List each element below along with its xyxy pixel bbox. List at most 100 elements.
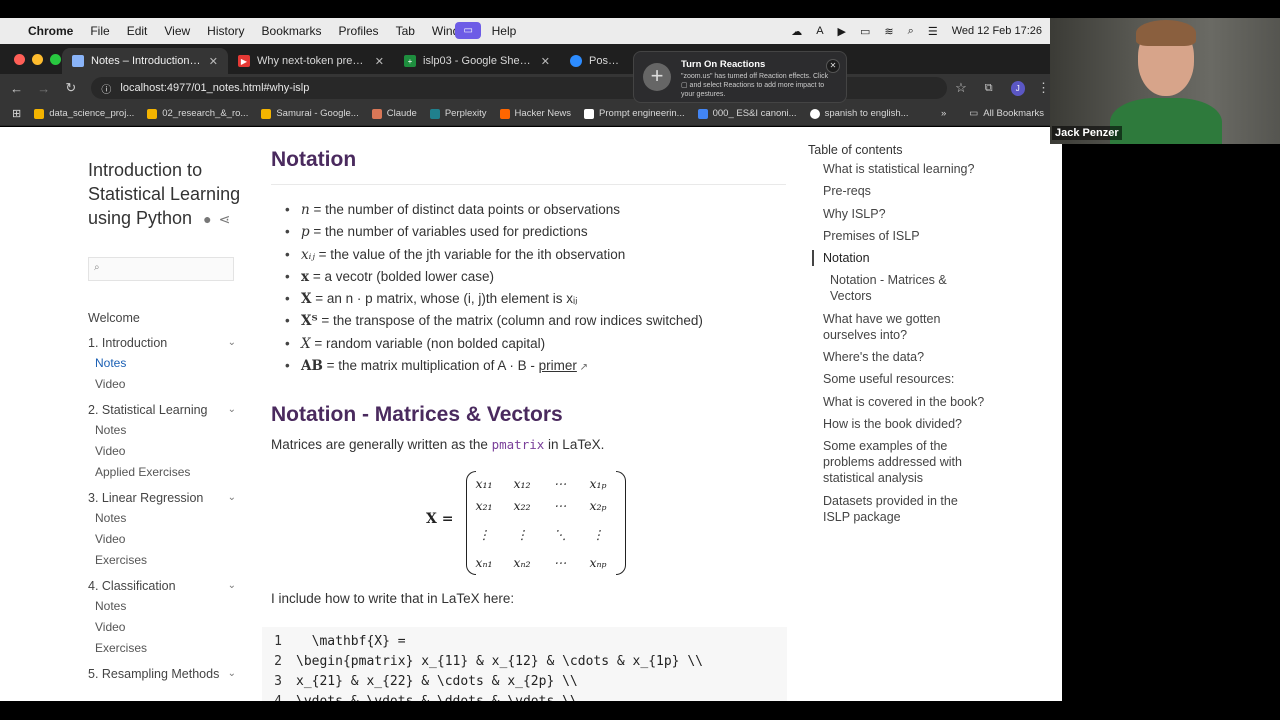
toc-item[interactable]: What is statistical learning? (808, 161, 988, 177)
github-icon[interactable]: ● (203, 211, 211, 227)
tab-notes[interactable]: Notes – Introduction to Statis ✕ (62, 48, 228, 74)
close-icon[interactable]: ✕ (826, 59, 840, 73)
play-icon[interactable]: ▶ (838, 25, 846, 38)
toc-item[interactable]: Why ISLP? (808, 206, 988, 222)
toc-item[interactable]: Datasets provided in the ISLP package (808, 493, 988, 525)
sidebar-item[interactable]: Video (88, 374, 248, 395)
tab-close-icon[interactable]: ✕ (375, 55, 384, 68)
docs-icon (697, 108, 708, 119)
cloud-icon[interactable]: ☁ (791, 25, 802, 38)
bookmark-item[interactable]: spanish to english... (809, 108, 909, 119)
bookmark-item[interactable]: Prompt engineerin... (584, 108, 685, 119)
profile-avatar[interactable]: J (1010, 80, 1025, 96)
sidebar-item[interactable]: Notes (88, 420, 248, 441)
notation-list: n = the number of distinct data points o… (271, 199, 786, 378)
tab-sheets[interactable]: + islp03 - Google Sheets ✕ (394, 48, 560, 74)
all-bookmarks[interactable]: » ▭ All Bookmarks (941, 108, 1044, 119)
toc-item[interactable]: Some examples of the problems addressed … (808, 438, 988, 486)
sidebar-section[interactable]: 4. Classification ⌄ (88, 575, 248, 596)
matrix-cell: ⋯ (553, 476, 567, 491)
font-icon[interactable]: A (816, 25, 823, 37)
toc-item[interactable]: What have we gotten ourselves into? (808, 311, 988, 343)
sidebar-section[interactable]: 3. Linear Regression ⌄ (88, 487, 248, 508)
toc-item[interactable]: How is the book divided? (808, 416, 988, 432)
toc-item[interactable]: Notation - Matrices & Vectors (808, 272, 988, 304)
sidebar-item[interactable]: Video (88, 441, 248, 462)
sidebar-item[interactable]: Notes (88, 596, 248, 617)
primer-link[interactable]: primer (539, 358, 577, 373)
bookmark-item[interactable]: 000_ ES&I canoni... (697, 108, 797, 119)
external-link-icon[interactable]: ↗ (577, 362, 588, 373)
sidebar-item[interactable]: Applied Exercises (88, 462, 248, 483)
back-icon[interactable]: ← (6, 81, 27, 96)
notation-item: n = the number of distinct data points o… (283, 199, 786, 222)
bookmark-item[interactable]: Claude (371, 108, 417, 119)
menu-view[interactable]: View (164, 24, 190, 38)
chevron-down-icon[interactable]: ⌄ (228, 668, 236, 679)
bookmark-item[interactable]: Samurai - Google... (261, 108, 359, 119)
battery-icon[interactable]: ▭ (860, 25, 870, 38)
tab-close-icon[interactable]: ✕ (541, 55, 550, 68)
menu-profiles[interactable]: Profiles (339, 24, 379, 38)
toc-item[interactable]: Pre-reqs (808, 183, 988, 199)
menu-help[interactable]: Help (492, 24, 517, 38)
bookmark-item[interactable]: Hacker News (499, 108, 571, 119)
sidebar-section[interactable]: 1. Introduction ⌄ (88, 332, 248, 353)
extension-icon[interactable]: ⧉ (985, 82, 993, 95)
tab-close-icon[interactable]: ✕ (209, 55, 218, 68)
chevron-down-icon[interactable]: ⌄ (228, 404, 236, 415)
menu-app[interactable]: Chrome (28, 24, 73, 38)
tab-zoom[interactable]: Post Attend (560, 48, 630, 74)
sidebar-item[interactable]: Notes (88, 353, 248, 374)
reactions-notification[interactable]: + Turn On Reactions "zoom.us" has turned… (633, 51, 847, 103)
sidebar-item[interactable]: Exercises (88, 638, 248, 659)
search-icon[interactable]: ⌕ (908, 25, 914, 38)
sidebar-item-welcome[interactable]: Welcome (88, 307, 248, 328)
close-window-icon[interactable] (14, 53, 25, 65)
sidebar-item[interactable]: Video (88, 617, 248, 638)
menu-file[interactable]: File (90, 24, 109, 38)
share-icon[interactable]: ⋖ (219, 211, 231, 227)
bookmark-item[interactable]: Perplexity (429, 108, 487, 119)
sidebar-item[interactable]: Notes (88, 508, 248, 529)
control-center-icon[interactable]: ☰ (928, 25, 938, 38)
apps-grid-icon[interactable]: ⊞ (12, 107, 21, 120)
forward-icon[interactable]: → (33, 81, 54, 96)
toc-item[interactable]: Premises of ISLP (808, 228, 988, 244)
clock[interactable]: Wed 12 Feb 17:26 (952, 25, 1042, 37)
chevron-double-right-icon[interactable]: » (941, 108, 946, 119)
tab-youtube[interactable]: ▶ Why next-token prediction is ✕ (228, 48, 394, 74)
minimize-window-icon[interactable] (32, 53, 43, 65)
sidebar-item[interactable]: Video (88, 529, 248, 550)
bookmark-item[interactable]: data_science_proj... (34, 108, 134, 119)
sidebar-section[interactable]: 5. Resampling Methods ⌄ (88, 663, 248, 684)
code-text: \mathbf{X} = (296, 634, 406, 649)
zoom-share-icon[interactable]: ▭ (455, 22, 482, 39)
menu-kebab-icon[interactable]: ⋮ (1037, 80, 1050, 96)
site-title[interactable]: Introduction to Statistical Learning usi… (88, 158, 248, 231)
wifi-icon[interactable]: ≋ (884, 25, 893, 38)
menu-bookmarks[interactable]: Bookmarks (262, 24, 322, 38)
line-number: 3 (274, 674, 282, 689)
info-icon[interactable]: ⓘ (101, 81, 111, 96)
toc-item[interactable]: Notation (812, 250, 988, 267)
sidebar-item[interactable]: Exercises (88, 550, 248, 571)
sidebar-section[interactable]: 2. Statistical Learning ⌄ (88, 399, 248, 420)
bookmark-item[interactable]: 02_research_&_ro... (147, 108, 248, 119)
toc-item[interactable]: Some useful resources: (808, 371, 988, 387)
toc-item[interactable]: What is covered in the book? (808, 394, 988, 410)
search-input[interactable]: ⌕ (88, 257, 234, 281)
menu-edit[interactable]: Edit (127, 24, 148, 38)
code-line: 1 \mathbf{X} = (262, 632, 787, 652)
zoom-window-icon[interactable] (50, 53, 61, 65)
code-block[interactable]: 1 \mathbf{X} = 2 \begin{pmatrix} x_{11} & … (262, 627, 787, 701)
notation-item: Xᵀ = the transpose of the matrix (column… (283, 310, 786, 333)
menu-history[interactable]: History (207, 24, 244, 38)
chevron-down-icon[interactable]: ⌄ (228, 492, 236, 503)
chevron-down-icon[interactable]: ⌄ (228, 337, 236, 348)
reload-icon[interactable]: ↻ (60, 80, 81, 96)
menu-tab[interactable]: Tab (396, 24, 415, 38)
toc-item[interactable]: Where's the data? (808, 349, 988, 365)
bookmark-star-icon[interactable]: ☆ (955, 80, 967, 96)
chevron-down-icon[interactable]: ⌄ (228, 580, 236, 591)
